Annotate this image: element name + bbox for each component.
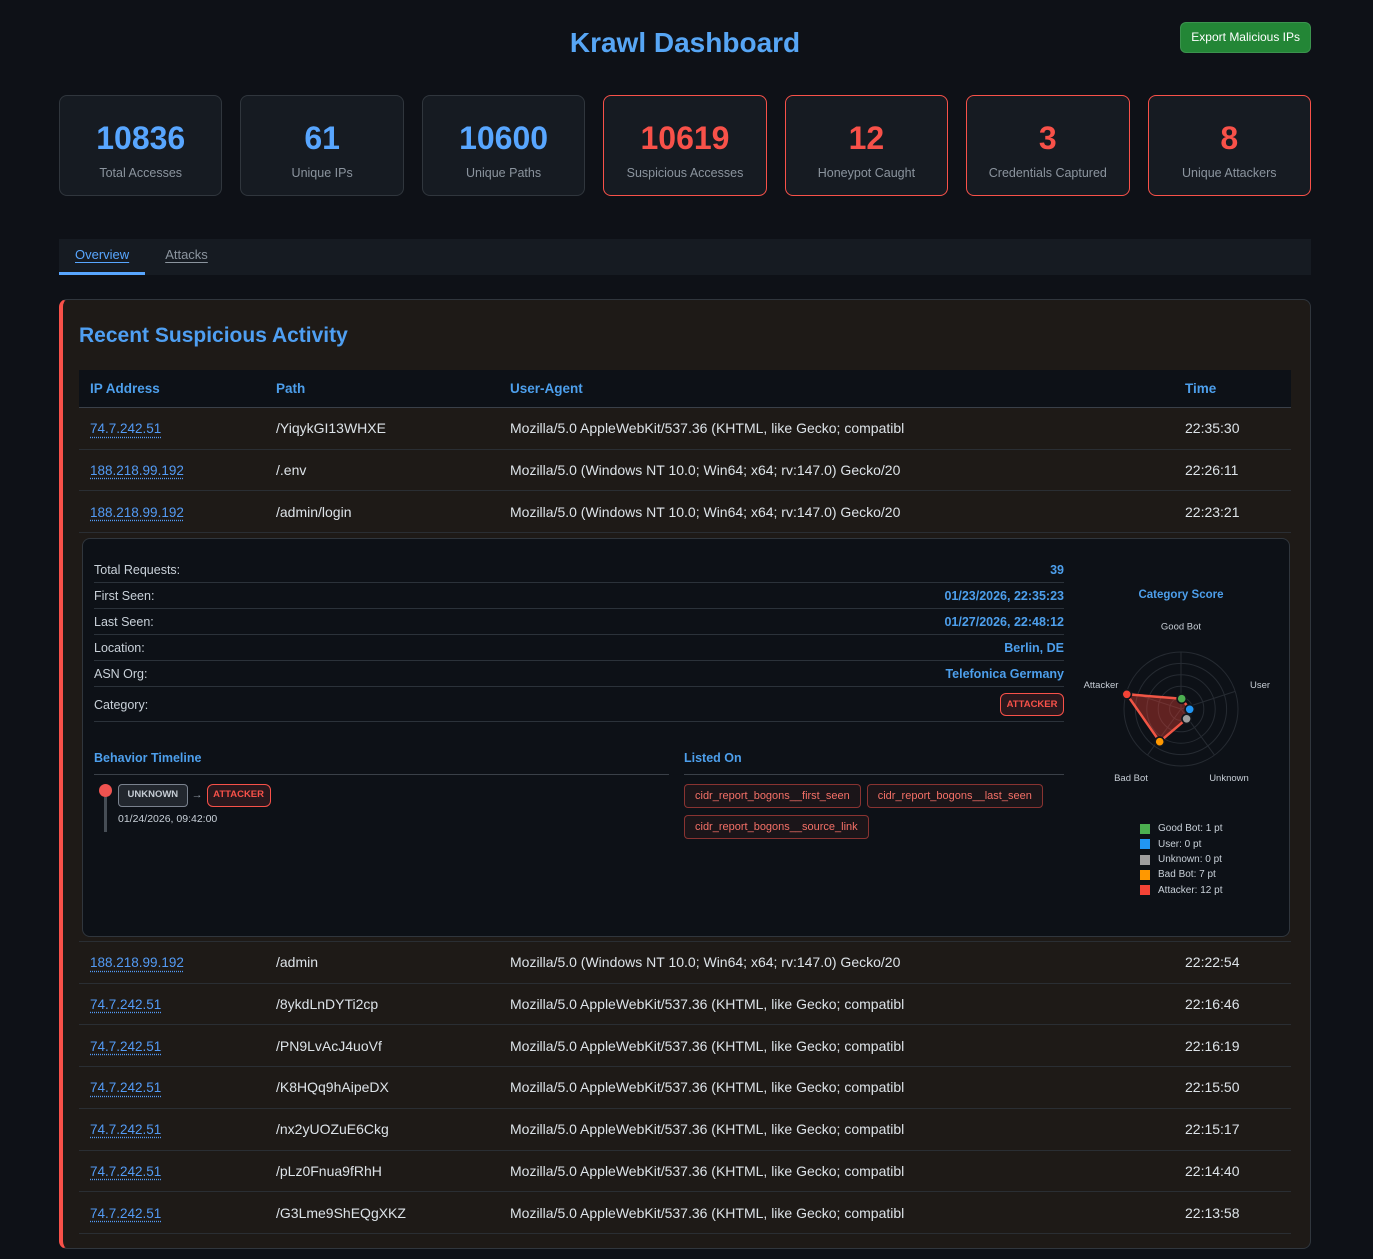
- svg-text:User: User: [1250, 680, 1270, 691]
- svg-text:Bad Bot: Bad Bot: [1114, 773, 1148, 784]
- svg-text:Unknown: Unknown: [1209, 773, 1249, 784]
- svg-text:Attacker: Attacker: [1084, 680, 1119, 691]
- svg-text:Good Bot: Good Bot: [1161, 621, 1201, 632]
